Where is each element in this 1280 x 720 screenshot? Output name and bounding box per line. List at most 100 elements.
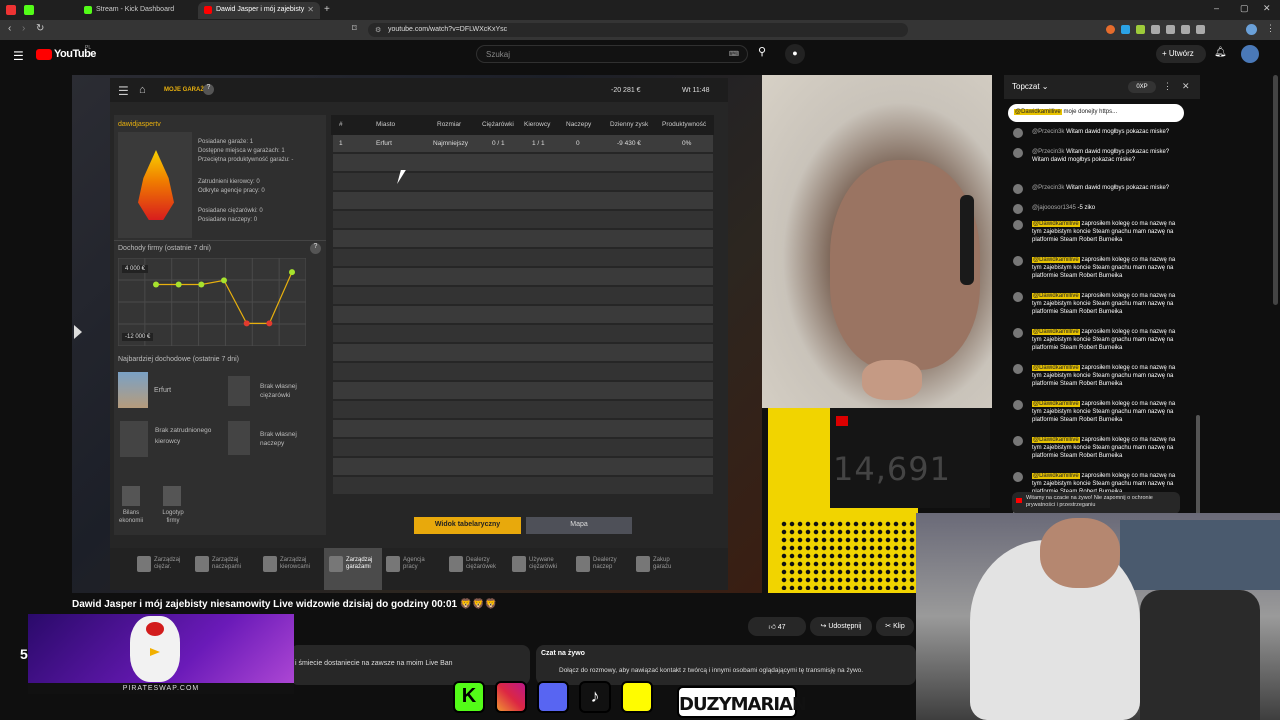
close-window-icon[interactable]: ✕ [1263,3,1271,14]
column-header[interactable]: # [339,121,343,128]
economy-chart-icon[interactable] [122,486,140,506]
close-chat-icon[interactable]: ✕ [1182,81,1190,92]
chat-avatar[interactable] [1013,148,1023,158]
column-header[interactable]: Dzienny zysk [610,121,648,128]
game-menu-icon[interactable]: ☰ [118,84,129,98]
best-city-name[interactable]: Erfurt [154,387,171,394]
chat-avatar[interactable] [1013,128,1023,138]
maximize-icon[interactable]: ▢ [1240,3,1249,14]
chat-avatar[interactable] [1013,220,1023,230]
nav-item-icon [329,556,343,572]
chat-username[interactable]: @Dawidkamillive [1032,401,1080,407]
chat-username[interactable]: @Dawidkamillive [1032,473,1080,479]
extension-icon[interactable] [1106,25,1115,34]
voice-search-button[interactable]: ● [785,44,805,64]
keyboard-icon[interactable]: ⌨ [729,50,739,58]
help-icon[interactable]: ? [203,84,214,95]
minimize-icon[interactable]: – [1214,3,1219,13]
chat-username[interactable]: @Dawidkamillive [1032,437,1080,443]
page-scrollbar[interactable] [1273,75,1278,305]
reload-icon[interactable]: ↻ [36,23,44,34]
account-avatar[interactable] [1241,45,1259,63]
extension-icon[interactable] [1121,25,1130,34]
chat-avatar[interactable] [1013,472,1023,482]
chat-mode-dropdown[interactable]: Topczat ⌄ [1012,82,1049,91]
help-icon[interactable]: ? [310,243,321,254]
extension-icon[interactable] [1136,25,1145,34]
notifications-bell-icon[interactable]: 🔔︎ [1214,47,1227,58]
chat-avatar[interactable] [1013,364,1023,374]
youtube-logo-icon[interactable] [36,49,52,60]
chat-username[interactable]: @Przecin3k [1032,185,1064,191]
nav-item[interactable]: Dealerzy ciężarówek [449,556,499,572]
nav-item[interactable]: Zarządzaj naczepami [195,556,245,572]
hamburger-menu-icon[interactable]: ☰ [13,49,24,63]
nav-item[interactable]: Dealerzy naczep [576,556,626,572]
browser-menu-icon[interactable]: ⋮ [1266,23,1275,34]
streamer-face [830,160,980,370]
bookmark-icon[interactable]: ⌑ [352,23,357,34]
back-icon[interactable]: ‹ [8,23,11,34]
sponsor-label: PIRATESWAP.COM [28,683,294,694]
map-view-button[interactable]: Mapa [526,517,632,534]
share-button[interactable]: ↪ Udostępnij [810,617,872,636]
chat-menu-icon[interactable]: ⋮ [1163,81,1172,92]
table-view-button[interactable]: Widok tabelaryczny [414,517,521,534]
dot-pattern [780,520,920,590]
site-info-icon[interactable]: ⚙ [375,26,381,34]
extension-icon[interactable] [1181,25,1190,34]
city-thumbnail[interactable] [118,372,148,408]
chat-avatar[interactable] [1013,256,1023,266]
logo-icon[interactable] [163,486,181,506]
chat-avatar[interactable] [1013,292,1023,302]
chat-avatar[interactable] [1013,400,1023,410]
extension-icon[interactable] [1166,25,1175,34]
chat-avatar[interactable] [1013,436,1023,446]
url-field[interactable]: ⚙ youtube.com/watch?v=DFLWXcKxYsc [368,23,908,37]
nav-item[interactable]: Zarządzaj garażami [329,556,379,572]
column-header[interactable]: Produktywność [662,121,706,128]
tab-youtube-live[interactable]: Dawid Jasper i mój zajebisty ✕ [198,2,320,19]
extension-icon[interactable] [1196,25,1205,34]
economy-label[interactable]: Bilans ekonomii [116,509,146,525]
pinned-message[interactable]: @Dawidkamillive moje donejty https... [1008,104,1184,122]
chat-username[interactable]: @jajooosor1345 [1032,205,1076,211]
nav-item[interactable]: Agencja pracy [386,556,436,572]
chat-username[interactable]: @Przecin3k [1032,149,1064,155]
browser-app-icon[interactable] [6,5,16,15]
column-header[interactable]: Kierowcy [524,121,550,128]
chat-username[interactable]: @Dawidkamillive [1032,293,1080,299]
search-input[interactable]: Szukaj ⌨ [476,45,748,63]
profile-avatar[interactable] [1246,24,1257,35]
home-icon[interactable]: ⌂ [139,84,146,96]
column-header[interactable]: Ciężarówki [482,121,514,128]
column-header[interactable]: Rozmiar [437,121,461,128]
search-button[interactable]: ⚲ [750,45,774,63]
extension-icon[interactable] [1151,25,1160,34]
chat-username[interactable]: @Dawidkamillive [1032,221,1080,227]
column-header[interactable]: Naczepy [566,121,591,128]
chat-avatar[interactable] [1013,328,1023,338]
points-badge[interactable]: 0XP [1128,81,1156,93]
create-button[interactable]: + Utwórz [1156,45,1206,63]
chat-username[interactable]: @Dawidkamillive [1032,365,1080,371]
new-tab-icon[interactable]: + [324,4,330,15]
forward-icon[interactable]: › [22,23,25,34]
chat-avatar[interactable] [1013,184,1023,194]
kick-pinned-icon[interactable] [24,5,34,15]
chat-username[interactable]: @Dawidkamillive [1032,257,1080,263]
like-button[interactable]: 👍︎ 47 [748,617,806,636]
close-tab-icon[interactable]: ✕ [307,5,314,14]
tab-kick-dashboard[interactable]: Stream - Kick Dashboard [78,2,196,19]
nav-item[interactable]: Zarządzaj ciężar. [137,556,187,572]
clip-button[interactable]: ✂ Klip [876,617,914,636]
chat-avatar[interactable] [1013,204,1023,214]
column-header[interactable]: Miasto [376,121,395,128]
nav-item[interactable]: Używane ciężarówki [512,556,562,572]
chat-username[interactable]: @Dawidkamillive [1032,329,1080,335]
logo-label[interactable]: Logotyp firmy [158,509,188,525]
nav-item[interactable]: Zarządzaj kierowcami [263,556,313,572]
chat-username[interactable]: @Przecin3k [1032,129,1064,135]
nav-item[interactable]: Zakup garażu [636,556,686,572]
chat-scrollbar[interactable] [1196,415,1200,515]
